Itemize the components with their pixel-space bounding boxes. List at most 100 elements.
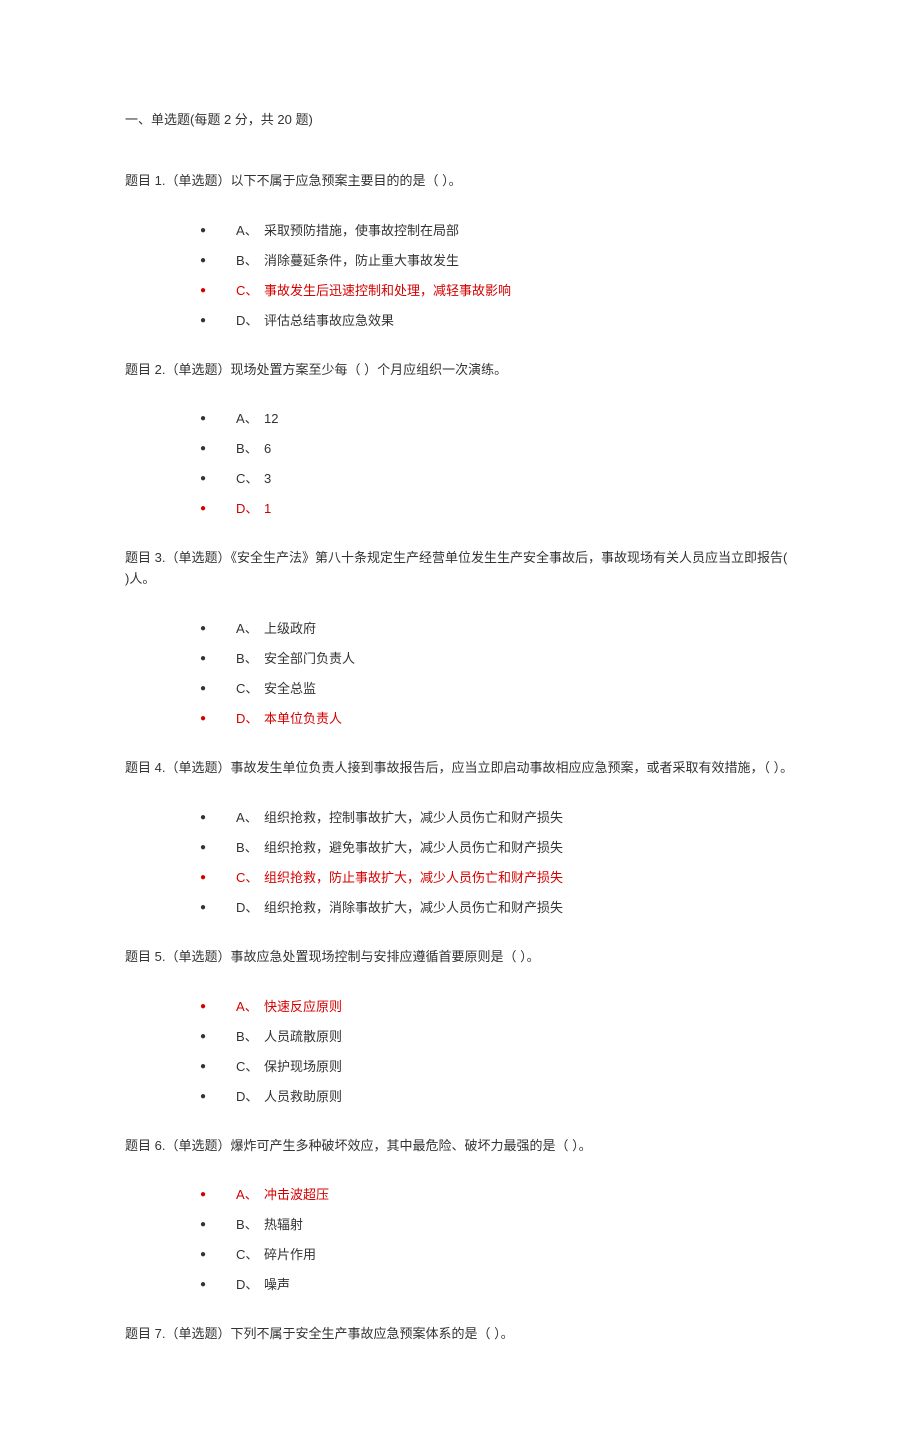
option-body: 12 [264,411,278,426]
option-body: 采取预防措施，使事故控制在局部 [264,223,459,238]
option-row: ● B、热辐射 [200,1214,795,1236]
bullet-icon: ● [200,250,206,272]
option-text: A、冲击波超压 [236,1184,329,1206]
option-row: ● D、噪声 [200,1274,795,1296]
option-row: ● D、组织抢救，消除事故扩大，减少人员伤亡和财产损失 [200,897,795,919]
option-row: ● A、冲击波超压 [200,1184,795,1206]
option-row: ● C、组织抢救，防止事故扩大，减少人员伤亡和财产损失 [200,867,795,889]
bullet-icon: ● [200,468,206,490]
bullet-icon: ● [200,1274,206,1296]
bullet-icon: ● [200,280,206,302]
option-body: 事故发生后迅速控制和处理，减轻事故影响 [264,283,511,298]
options-list: ●A、12●B、6●C、3●D、1 [125,408,795,520]
option-body: 保护现场原则 [264,1059,342,1074]
bullet-icon: ● [200,1214,206,1236]
option-letter: B、 [236,438,264,460]
option-text: D、1 [236,498,271,520]
option-body: 热辐射 [264,1217,303,1232]
option-text: C、组织抢救，防止事故扩大，减少人员伤亡和财产损失 [236,867,563,889]
option-letter: C、 [236,1244,264,1266]
option-letter: C、 [236,678,264,700]
bullet-icon: ● [200,618,206,640]
option-letter: D、 [236,897,264,919]
option-body: 安全总监 [264,681,316,696]
option-text: D、本单位负责人 [236,708,342,730]
option-text: A、组织抢救，控制事故扩大，减少人员伤亡和财产损失 [236,807,563,829]
option-text: A、上级政府 [236,618,316,640]
option-row: ● C、保护现场原则 [200,1056,795,1078]
option-body: 噪声 [264,1277,290,1292]
option-body: 本单位负责人 [264,711,342,726]
bullet-icon: ● [200,1026,206,1048]
option-letter: D、 [236,1274,264,1296]
bullet-icon: ● [200,1056,206,1078]
section-header: 一、单选题(每题 2 分，共 20 题) [125,110,795,131]
option-text: D、人员救助原则 [236,1086,342,1108]
option-text: D、组织抢救，消除事故扩大，减少人员伤亡和财产损失 [236,897,563,919]
option-text: C、保护现场原则 [236,1056,342,1078]
option-row: ●B、消除蔓延条件，防止重大事故发生 [200,250,795,272]
option-text: C、事故发生后迅速控制和处理，减轻事故影响 [236,280,511,302]
option-text: C、3 [236,468,271,490]
option-row: ● D、1 [200,498,795,520]
option-body: 上级政府 [264,621,316,636]
bullet-icon: ● [200,498,206,520]
option-body: 组织抢救，控制事故扩大，减少人员伤亡和财产损失 [264,810,563,825]
option-letter: B、 [236,1026,264,1048]
bullet-icon: ● [200,1244,206,1266]
option-letter: C、 [236,280,264,302]
option-body: 安全部门负责人 [264,651,355,666]
bullet-icon: ● [200,408,206,430]
option-row: ●D、评估总结事故应急效果 [200,310,795,332]
option-body: 人员疏散原则 [264,1029,342,1044]
option-letter: A、 [236,408,264,430]
option-text: B、安全部门负责人 [236,648,355,670]
option-row: ● A、12 [200,408,795,430]
question-prompt: 题目 1.（单选题）以下不属于应急预案主要目的的是（ ）。 [125,171,795,192]
bullet-icon: ● [200,996,206,1018]
option-text: D、噪声 [236,1274,290,1296]
bullet-icon: ● [200,220,206,242]
question-block: 题目 4.（单选题）事故发生单位负责人接到事故报告后，应当立即启动事故相应应急预… [125,758,795,919]
bullet-icon: ● [200,897,206,919]
question-prompt: 题目 4.（单选题）事故发生单位负责人接到事故报告后，应当立即启动事故相应应急预… [125,758,795,779]
option-body: 1 [264,501,271,516]
option-row: ●A、组织抢救，控制事故扩大，减少人员伤亡和财产损失 [200,807,795,829]
bullet-icon: ● [200,678,206,700]
options-list: ●A、组织抢救，控制事故扩大，减少人员伤亡和财产损失●B、组织抢救，避免事故扩大… [125,807,795,919]
option-letter: A、 [236,996,264,1018]
option-body: 组织抢救，消除事故扩大，减少人员伤亡和财产损失 [264,900,563,915]
question-block: 题目 3.（单选题）《安全生产法》第八十条规定生产经营单位发生生产安全事故后，事… [125,548,795,730]
option-body: 组织抢救，防止事故扩大，减少人员伤亡和财产损失 [264,870,563,885]
option-letter: B、 [236,1214,264,1236]
option-row: ●D、本单位负责人 [200,708,795,730]
bullet-icon: ● [200,837,206,859]
bullet-icon: ● [200,648,206,670]
option-row: ● C、3 [200,468,795,490]
options-list: ●A、采取预防措施，使事故控制在局部●B、消除蔓延条件，防止重大事故发生●C、事… [125,220,795,332]
option-body: 评估总结事故应急效果 [264,313,394,328]
option-row: ● A、上级政府 [200,618,795,640]
option-text: A、采取预防措施，使事故控制在局部 [236,220,459,242]
option-letter: A、 [236,1184,264,1206]
option-letter: A、 [236,220,264,242]
option-text: B、6 [236,438,271,460]
option-letter: D、 [236,708,264,730]
option-text: A、快速反应原则 [236,996,342,1018]
options-list: ● A、上级政府 ● B、安全部门负责人 ● C、安全总监 ●D、本单位负责人 [125,618,795,730]
bullet-icon: ● [200,867,206,889]
option-body: 碎片作用 [264,1247,316,1262]
option-row: ● C、碎片作用 [200,1244,795,1266]
option-letter: B、 [236,648,264,670]
bullet-icon: ● [200,1184,206,1206]
option-row: ● A、采取预防措施，使事故控制在局部 [200,220,795,242]
option-row: ● C、安全总监 [200,678,795,700]
question-prompt: 题目 6.（单选题）爆炸可产生多种破坏效应，其中最危险、破坏力最强的是（ ）。 [125,1136,795,1157]
option-text: B、组织抢救，避免事故扩大，减少人员伤亡和财产损失 [236,837,563,859]
question-prompt: 题目 2.（单选题）现场处置方案至少每（ ）个月应组织一次演练。 [125,360,795,381]
question-block: 题目 2.（单选题）现场处置方案至少每（ ）个月应组织一次演练。 ● A、12 ● B、… [125,360,795,521]
option-text: D、评估总结事故应急效果 [236,310,394,332]
option-letter: B、 [236,250,264,272]
option-text: B、人员疏散原则 [236,1026,342,1048]
option-text: A、12 [236,408,278,430]
